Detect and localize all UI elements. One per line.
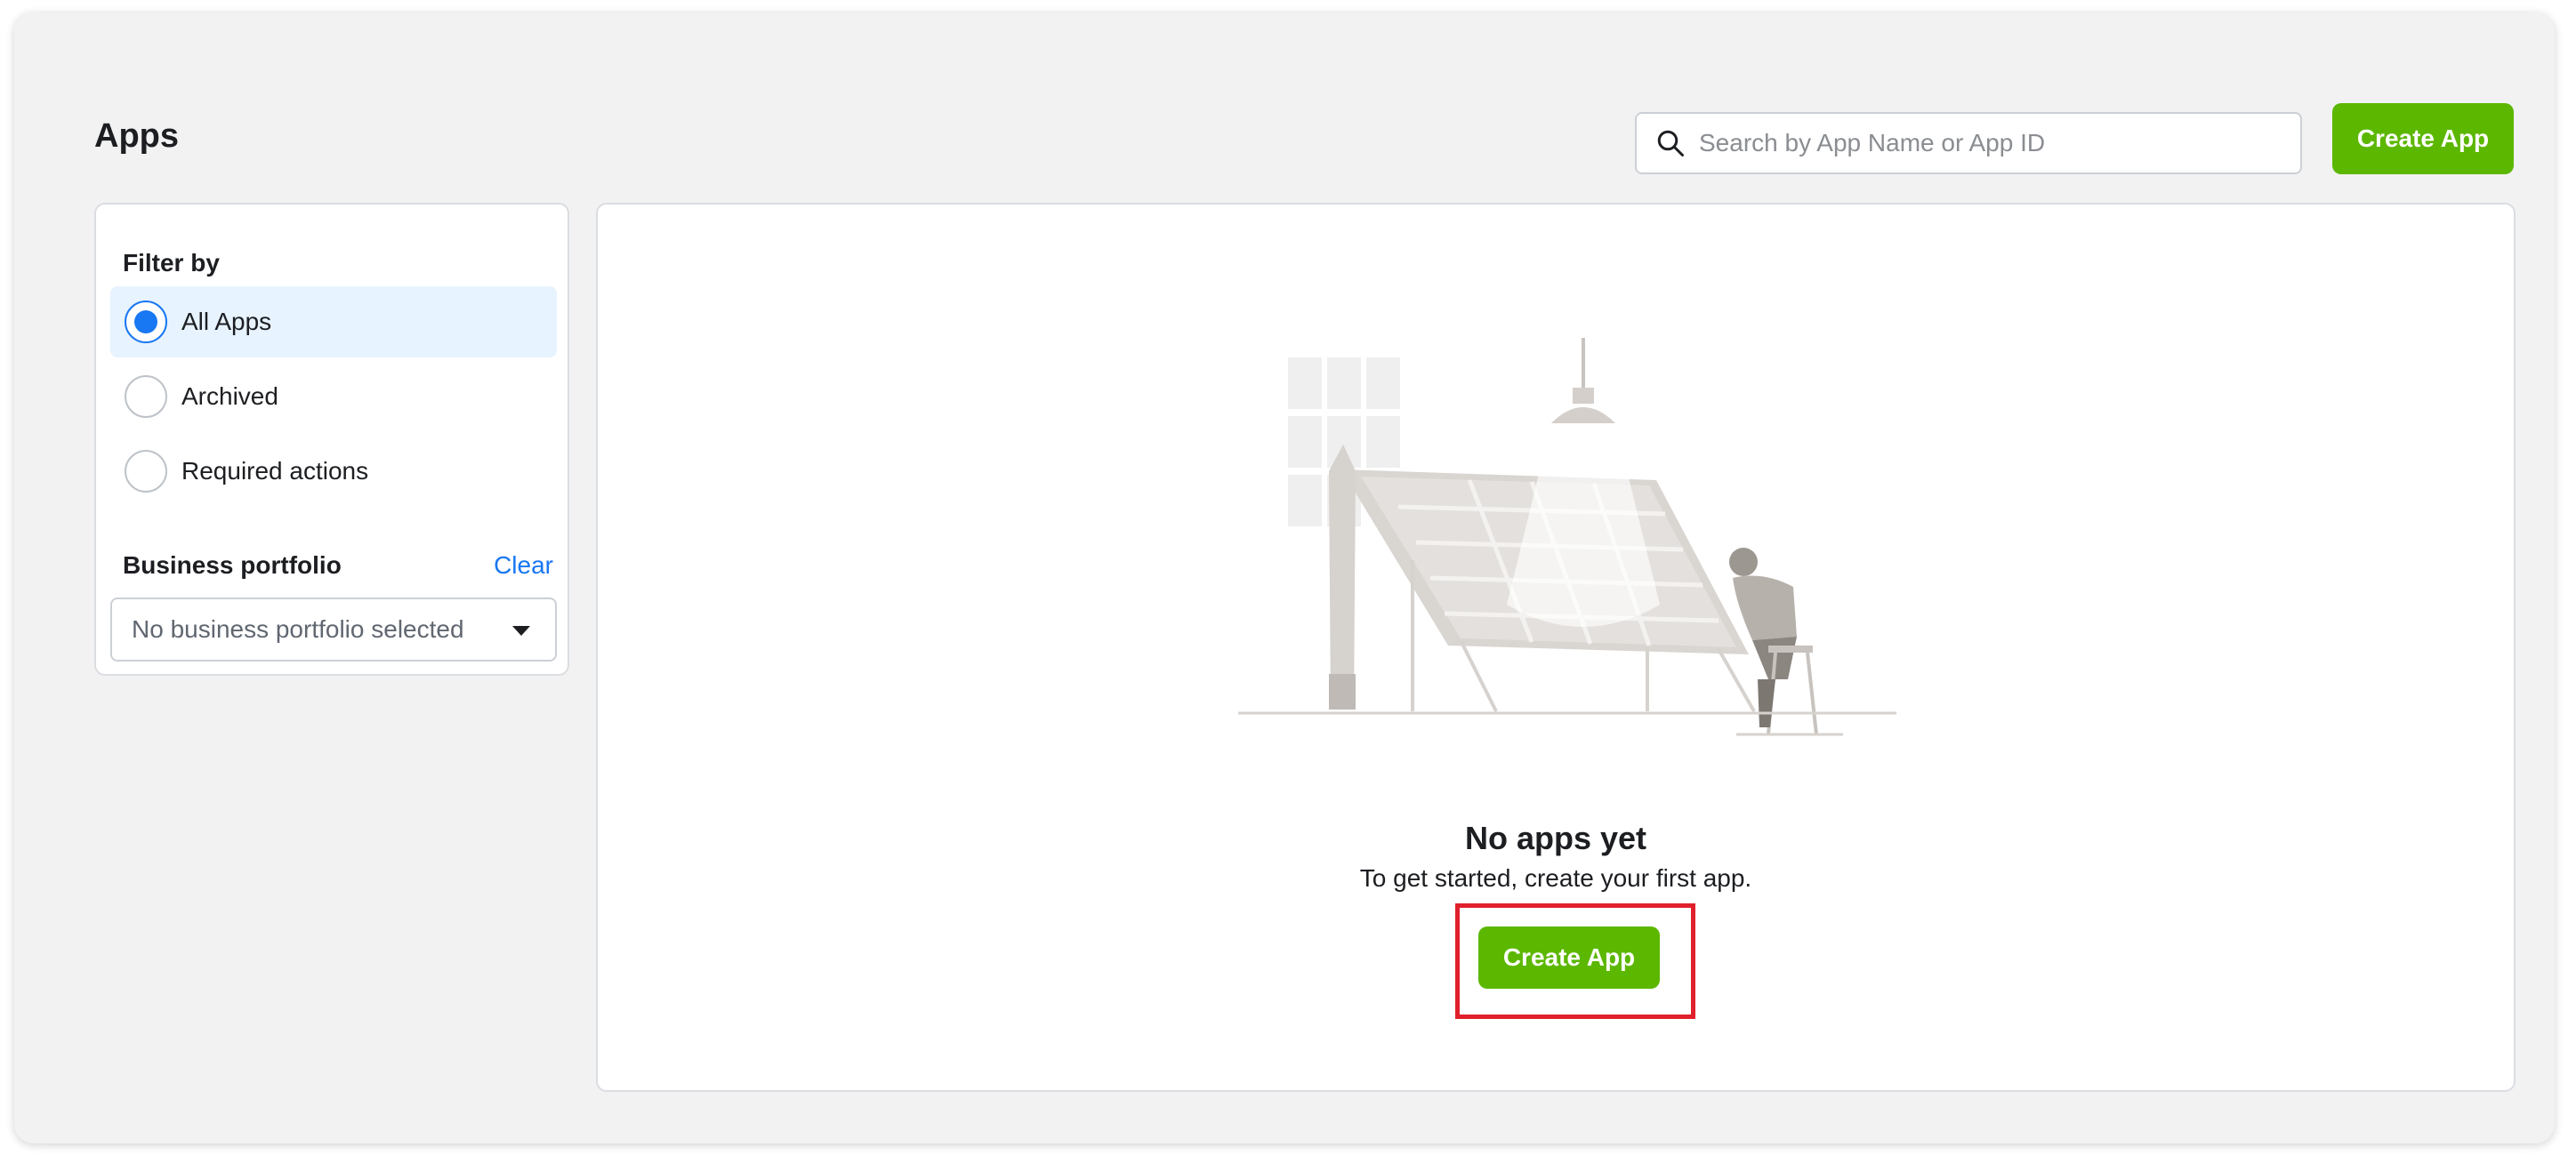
filter-option-all-apps[interactable]: All Apps [110, 286, 557, 357]
business-portfolio-select-value: No business portfolio selected [132, 615, 464, 643]
app-window: Apps Create App Filter by All Apps Archi… [14, 12, 2555, 1143]
header-create-app-button[interactable]: Create App [2332, 103, 2514, 174]
business-portfolio-title: Business portfolio [123, 551, 342, 579]
search-box[interactable] [1635, 112, 2302, 174]
filter-option-required-actions[interactable]: Required actions [110, 436, 557, 507]
empty-state-create-app-button[interactable]: Create App [1478, 926, 1660, 989]
radio-unchecked-icon[interactable] [125, 450, 167, 493]
filter-panel: Filter by All Apps Archived Required act… [94, 203, 569, 676]
search-input[interactable] [1699, 129, 2268, 157]
apps-list-panel: No apps yet To get started, create your … [596, 203, 2516, 1092]
radio-unchecked-icon[interactable] [125, 375, 167, 418]
filter-option-archived[interactable]: Archived [110, 361, 557, 432]
page-title: Apps [94, 117, 179, 155]
filter-title: Filter by [123, 249, 220, 277]
business-portfolio-select[interactable]: No business portfolio selected [110, 598, 557, 662]
caret-down-icon [512, 626, 530, 636]
filter-option-label: Required actions [181, 457, 369, 485]
empty-state-illustration [1238, 338, 1896, 736]
filter-option-label: Archived [181, 382, 278, 410]
radio-checked-icon[interactable] [125, 301, 167, 343]
empty-state-title: No apps yet [1464, 820, 1647, 856]
business-portfolio-clear-link[interactable]: Clear [494, 551, 553, 580]
search-icon [1657, 130, 1684, 156]
filter-option-label: All Apps [181, 308, 272, 335]
empty-state-subtitle: To get started, create your first app. [1359, 864, 1752, 892]
